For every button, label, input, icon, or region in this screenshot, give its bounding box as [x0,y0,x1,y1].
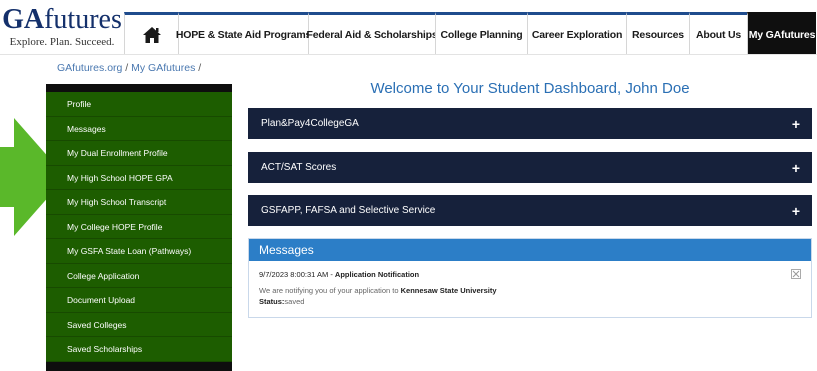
logo-tagline: Explore. Plan. Succeed. [9,36,115,48]
message-dismiss-button[interactable] [791,269,801,279]
sidebar-item-saved-scholarships[interactable]: Saved Scholarships [46,337,232,362]
sidebar-item-saved-colleges[interactable]: Saved Colleges [46,312,232,337]
messages-panel: Messages 9/7/2023 8:00:31 AM - Applicati… [248,238,812,318]
expand-icon[interactable]: + [792,203,800,219]
message-school: Kennesaw State University [400,286,497,295]
breadcrumb-separator: / [125,62,129,74]
logo-ga: GA [2,4,45,35]
breadcrumb-current-link[interactable]: My GAfutures [131,62,195,74]
sidebar-item-profile[interactable]: Profile [46,92,232,117]
sidebar-item-hope-gpa[interactable]: My High School HOPE GPA [46,165,232,190]
message-status: Status:saved [259,297,304,306]
close-icon [792,270,800,278]
message-heading[interactable]: 9/7/2023 8:00:31 AM - Application Notifi… [259,270,419,279]
sidebar-item-dual-enrollment[interactable]: My Dual Enrollment Profile [46,141,232,166]
panel-title: ACT/SAT Scores [261,162,337,173]
nav-college-planning[interactable]: College Planning [435,12,527,54]
breadcrumb-separator: / [198,62,202,74]
messages-header: Messages [249,239,811,261]
message-status-label: Status: [259,297,285,306]
sidebar-item-messages[interactable]: Messages [46,116,232,141]
sidebar-item-college-hope[interactable]: My College HOPE Profile [46,214,232,239]
message-body-text: We are notifying you of your application… [259,286,401,295]
breadcrumb: GAfutures.org / My GAfutures / [57,62,201,74]
panel-gsfapp-fafsa[interactable]: GSFAPP, FAFSA and Selective Service + [248,195,812,226]
nav-hope-state-aid[interactable]: HOPE & State Aid Programs [176,12,311,54]
home-icon [142,26,161,43]
sidebar-item-document-upload[interactable]: Document Upload [46,288,232,313]
nav-home[interactable] [124,12,178,54]
page-title: Welcome to Your Student Dashboard, John … [370,80,690,97]
panel-act-sat[interactable]: ACT/SAT Scores + [248,152,812,183]
message-status-value: saved [284,297,305,306]
expand-icon[interactable]: + [792,160,800,176]
nav-resources[interactable]: Resources [626,12,689,54]
main-nav: HOPE & State Aid Programs Federal Aid & … [124,12,816,54]
panel-plan-pay[interactable]: Plan&Pay4CollegeGA + [248,108,812,139]
message-timestamp: 9/7/2023 8:00:31 AM [259,270,329,279]
nav-about-us[interactable]: About Us [689,12,747,54]
sidebar-item-college-application[interactable]: College Application [46,263,232,288]
dashboard-sidebar: Profile Messages My Dual Enrollment Prof… [46,84,232,371]
site-header: GAfutures Explore. Plan. Succeed. HOPE &… [0,0,817,55]
sidebar-item-transcript[interactable]: My High School Transcript [46,190,232,215]
panel-title: GSFAPP, FAFSA and Selective Service [261,205,436,216]
message-body: We are notifying you of your application… [259,286,497,295]
panel-title: Plan&Pay4CollegeGA [261,118,359,129]
breadcrumb-home-link[interactable]: GAfutures.org [57,62,122,74]
nav-federal-aid[interactable]: Federal Aid & Scholarships [307,12,438,54]
logo-wordmark: GAfutures [0,6,124,34]
message-dash: - [328,270,335,279]
gafutures-logo[interactable]: GAfutures Explore. Plan. Succeed. [0,6,124,49]
logo-futures: futures [44,4,122,35]
sidebar-item-state-loan[interactable]: My GSFA State Loan (Pathways) [46,239,232,264]
nav-my-gafutures[interactable]: My GAfutures [747,12,816,54]
message-subject: Application Notification [334,270,420,279]
nav-career-exploration[interactable]: Career Exploration [527,12,626,54]
expand-icon[interactable]: + [792,116,800,132]
